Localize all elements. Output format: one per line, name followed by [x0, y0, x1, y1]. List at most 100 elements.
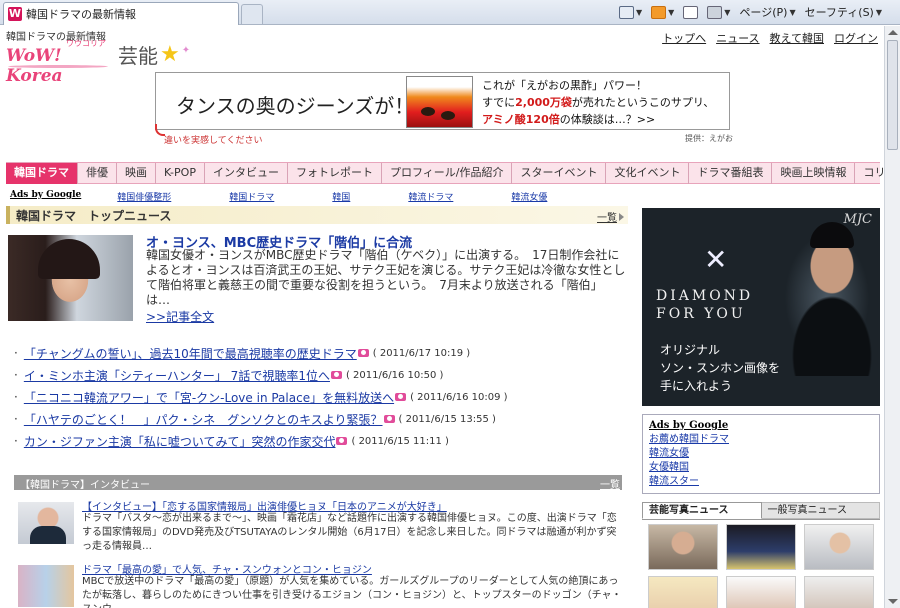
bullet: · [14, 434, 18, 448]
ad-line-1: これが「えがおの黒酢」パワー！ [482, 79, 647, 92]
vertical-scrollbar[interactable] [884, 26, 900, 608]
ad-link[interactable]: 韓国ドラマ [229, 190, 274, 203]
bean-icon [441, 111, 455, 120]
nav-interview[interactable]: インタビュー [205, 163, 288, 184]
command-bar: ▼ ▼ ▼ ページ(P) ▼ セーフティ(S) ▼ [618, 4, 882, 20]
logo-swoosh [8, 65, 108, 68]
mail-icon [683, 5, 699, 19]
headline-link[interactable]: 「チャングムの誓い」、過去10年間で最高視聴率の歴史ドラマ [24, 345, 357, 362]
tab-entertainment-photos[interactable]: 芸能写真ニュース [642, 502, 762, 519]
ad-jp-line-3: 手に入れよう [660, 379, 733, 393]
topnav-news-link[interactable]: ニュース [716, 30, 759, 46]
lead-article-more-link[interactable]: >>記事全文 [146, 308, 214, 325]
interview-title: 【韓国ドラマ】インタビュー [20, 480, 150, 491]
ad-link[interactable]: 韓国俳優整形 [117, 190, 171, 203]
home-icon [618, 5, 634, 19]
nav-drama-schedule[interactable]: ドラマ番組表 [689, 163, 773, 184]
photo-thumbnail[interactable] [726, 524, 796, 570]
site-header: 韓国ドラマの最新情報 WoW! Korea ワウコリア 芸能 ★ ✦ トップへ … [0, 26, 884, 86]
photo-news-tabs: 芸能写真ニュース 一般写真ニュース [642, 502, 880, 520]
ad-line-3: アミノ酸120倍の体験談は…？>> [482, 111, 714, 128]
top-news-more-link[interactable]: 一覧 [597, 209, 624, 224]
ad-flame-image [406, 76, 473, 128]
diamond-ad-banner[interactable]: MJC ✕ DIAMOND FOR YOU オリジナル ソン・スンホン画像を 手に入れ… [642, 208, 880, 406]
photo-thumbnail[interactable] [648, 576, 718, 608]
photo-grid [648, 524, 876, 608]
ad-link[interactable]: 女優韓国 [649, 461, 873, 475]
nav-star-events[interactable]: スターイベント [512, 163, 607, 184]
new-tab-button[interactable] [241, 4, 263, 24]
ad-link[interactable]: 韓国 [332, 190, 350, 203]
interview-thumbnail[interactable] [18, 565, 74, 607]
nav-movies[interactable]: 映画 [117, 163, 156, 184]
ad-link[interactable]: 韓流ドラマ [408, 190, 453, 203]
page-menu[interactable]: ページ(P) ▼ [739, 4, 795, 20]
interview-thumbnail[interactable] [18, 502, 74, 544]
chevron-down-icon: ▼ [635, 7, 643, 17]
ad-link[interactable]: お薦め韓国ドラマ [649, 433, 873, 447]
lead-article-body: 韓国女優オ・ヨンスがMBC歴史ドラマ「階伯（ケベク）」に出演する。 17日制作会… [146, 248, 626, 307]
interview-item: 【インタビュー】「恋する国家情報局」出演俳優ヒョヌ「日本のアニメが大好き」 ドラ… [14, 498, 626, 554]
headline-date: ( 2011/6/16 10:09 ) [410, 391, 508, 403]
scrollbar-thumb[interactable] [887, 40, 898, 150]
nav-profile[interactable]: プロフィール/作品紹介 [382, 163, 513, 184]
chevron-down-icon: ▼ [668, 7, 675, 17]
list-item: · 「ハヤテのごとく！ 」パク・シネ グンソクとのキスより緊張？ ( 2011/6/… [14, 408, 634, 430]
nav-photo-report[interactable]: フォトレポート [288, 163, 382, 184]
chevron-down-icon: ▼ [789, 7, 796, 17]
ad-banner[interactable]: タンスの奥のジーンズが！ これが「えがおの黒酢」パワー！ すでに2,000万袋が… [155, 72, 730, 130]
ad-link[interactable]: 韓流スター [649, 475, 873, 489]
photo-thumbnail[interactable] [804, 524, 874, 570]
photo-thumbnail[interactable] [804, 576, 874, 608]
lead-article-photo[interactable] [8, 235, 133, 321]
topnav-ask-korea-link[interactable]: 教えて韓国 [770, 30, 824, 46]
headline-link[interactable]: 「ニコニコ韓流アワー」で「宮-クン-Love in Palace」を無料放送へ [24, 389, 394, 406]
nav-actors[interactable]: 俳優 [78, 163, 117, 184]
home-button[interactable]: ▼ [618, 5, 643, 19]
nav-kpop[interactable]: K-POP [156, 163, 205, 184]
topnav-home-link[interactable]: トップへ [662, 30, 706, 46]
safety-menu-label: セーフティ(S) [804, 6, 874, 19]
feeds-button[interactable]: ▼ [651, 5, 675, 19]
interview-item-title[interactable]: 【インタビュー】「恋する国家情報局」出演俳優ヒョヌ「日本のアニメが大好き」 [82, 498, 447, 513]
interview-more-link[interactable]: 一覧 [600, 476, 620, 491]
ad-text: これが「えがおの黒酢」パワー！ すでに2,000万袋が売れたというこのサプリ、 … [482, 77, 714, 128]
nav-culture-events[interactable]: 文化イベント [606, 163, 690, 184]
mail-button[interactable] [683, 5, 699, 19]
print-button[interactable]: ▼ [707, 5, 731, 19]
headline-link[interactable]: カン・ジファン主演「私に嘘ついてみて」突然の作家交代 [24, 433, 336, 450]
nav-koreatown[interactable]: コリアンタウン [855, 163, 884, 184]
scroll-down-icon[interactable] [888, 599, 898, 604]
photo-thumbnail[interactable] [648, 524, 718, 570]
top-navigation: トップへ ニュース 教えて韓国 ログイン [662, 30, 878, 46]
headline-list: · 「チャングムの誓い」、過去10年間で最高視聴率の歴史ドラマ ( 2011/6/1… [14, 342, 634, 452]
chevron-down-icon: ▼ [724, 7, 731, 17]
list-item: · カン・ジファン主演「私に嘘ついてみて」突然の作家交代 ( 2011/6/15 1… [14, 430, 634, 452]
headline-link[interactable]: イ・ミンホ主演「シティーハンター」 7話で視聴率1位へ [24, 367, 330, 384]
nav-movie-schedule[interactable]: 映画上映情報 [772, 163, 856, 184]
ad-line-3-post: の体験談は…？>> [559, 113, 656, 126]
camera-icon [357, 349, 369, 357]
camera-icon [336, 437, 348, 445]
bullet: · [14, 368, 18, 382]
site-logo[interactable]: WoW! Korea ワウコリア [6, 39, 114, 86]
site-favicon-icon: W [8, 7, 22, 21]
headline-link[interactable]: 「ハヤテのごとく！ 」パク・シネ グンソクとのキスより緊張？ [24, 411, 383, 428]
interview-item: ドラマ「最高の愛」で人気、チャ・スンウォンとコン・ヒョジン MBCで放送中のドラ… [14, 561, 626, 608]
ad-subtext[interactable]: 違いを実感してください [164, 133, 262, 146]
ad-link[interactable]: 韓流女優 [511, 190, 547, 203]
interview-item-title[interactable]: ドラマ「最高の愛」で人気、チャ・スンウォンとコン・ヒョジン [82, 561, 372, 576]
headline-date: ( 2011/6/16 10:50 ) [345, 369, 444, 381]
ad-diamond-line-2: FOR YOU [656, 306, 746, 322]
tab-general-photos[interactable]: 一般写真ニュース [761, 502, 880, 519]
photo-thumbnail[interactable] [726, 576, 796, 608]
ad-link[interactable]: 韓流女優 [649, 447, 873, 461]
list-item: · 「ニコニコ韓流アワー」で「宮-クン-Love in Palace」を無料放送へ… [14, 386, 634, 408]
main-navigation: 韓国ドラマ 俳優 映画 K-POP インタビュー フォトレポート プロフィール/… [6, 162, 884, 184]
nav-korean-drama[interactable]: 韓国ドラマ [6, 163, 78, 184]
section-title: 芸能 ★ ✦ [118, 40, 190, 69]
scroll-up-icon[interactable] [888, 30, 898, 35]
topnav-login-link[interactable]: ログイン [834, 30, 878, 46]
safety-menu[interactable]: セーフティ(S) ▼ [805, 4, 882, 20]
browser-tab[interactable]: W 韓国ドラマの最新情報 [3, 2, 239, 25]
